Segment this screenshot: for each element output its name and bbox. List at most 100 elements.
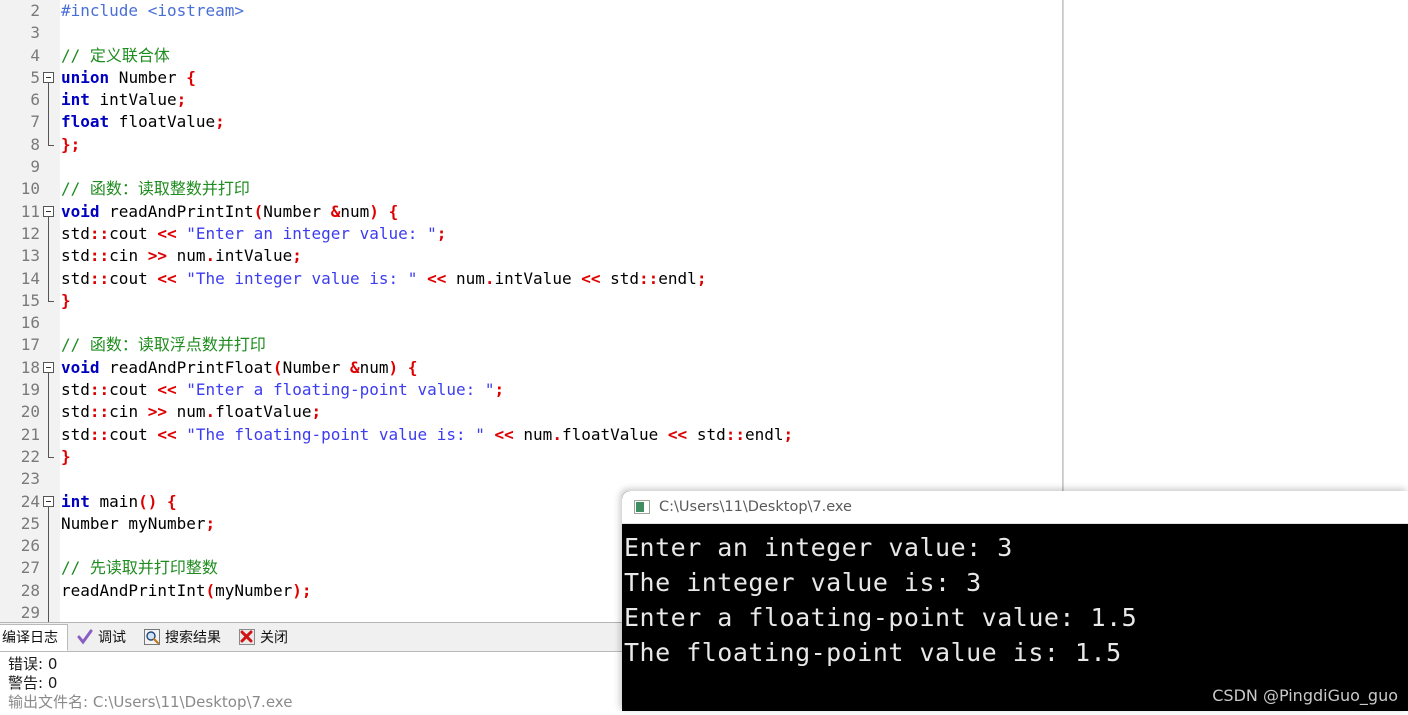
- code-token: Number myNumber: [61, 513, 206, 533]
- code-token: main: [89, 491, 139, 511]
- fold-collapse-icon[interactable]: [43, 205, 54, 217]
- fold-guide-line: [48, 245, 49, 268]
- code-token: union: [61, 67, 110, 87]
- code-line[interactable]: 4 // 定义联合体: [0, 44, 1062, 67]
- line-number: 22: [0, 445, 40, 469]
- code-token: myNumber: [215, 580, 293, 600]
- code-line[interactable]: 21 std::cout << "The floating-point value…: [0, 423, 1062, 446]
- log-tab-1[interactable]: 编译日志: [0, 623, 68, 651]
- code-token: "The integer value is: ": [186, 268, 418, 288]
- fold-column[interactable]: [40, 468, 60, 491]
- fold-column[interactable]: [40, 44, 60, 67]
- line-number: 3: [0, 22, 40, 45]
- code-line[interactable]: 15}: [0, 289, 1062, 313]
- fold-column[interactable]: [40, 0, 60, 23]
- fold-column[interactable]: [40, 512, 60, 536]
- fold-column[interactable]: [40, 222, 60, 246]
- log-tab-2[interactable]: 调试: [68, 624, 135, 651]
- code-line[interactable]: 17 // 函数：读取浮点数并打印: [0, 334, 1062, 357]
- fold-collapse-icon[interactable]: [43, 71, 54, 83]
- fold-column[interactable]: [40, 445, 60, 469]
- fold-column[interactable]: [40, 356, 60, 380]
- fold-collapse-icon[interactable]: [43, 361, 54, 373]
- fold-column[interactable]: [40, 22, 60, 45]
- code-line[interactable]: 2 #include <iostream>: [0, 0, 1062, 23]
- fold-column[interactable]: [40, 602, 60, 622]
- code-line[interactable]: 3: [0, 22, 1062, 45]
- code-text: std::cout << "The integer value is: " <<…: [61, 268, 706, 290]
- code-line[interactable]: 16: [0, 312, 1062, 335]
- fold-column[interactable]: [40, 111, 60, 134]
- fold-column[interactable]: [40, 423, 60, 446]
- code-token: <<: [427, 268, 447, 288]
- code-token: cin: [109, 402, 148, 422]
- code-line[interactable]: 10 // 函数：读取整数并打印: [0, 178, 1062, 201]
- code-line[interactable]: 9: [0, 156, 1062, 179]
- code-token: ::: [89, 402, 110, 422]
- code-token: ;: [311, 402, 322, 422]
- fold-column[interactable]: [40, 66, 60, 90]
- code-line[interactable]: 18 void readAndPrintFloat(Number &num) {: [0, 356, 1062, 380]
- fold-collapse-icon[interactable]: [43, 495, 54, 507]
- fold-guide-line: [48, 557, 49, 580]
- code-token: (: [205, 580, 216, 600]
- fold-column[interactable]: [40, 245, 60, 268]
- line-number: 18: [0, 356, 40, 380]
- code-line[interactable]: 6 int intValue;: [0, 89, 1062, 112]
- fold-column[interactable]: [40, 289, 60, 313]
- fold-column[interactable]: [40, 379, 60, 402]
- fold-guide-line: [48, 401, 49, 424]
- console-window[interactable]: C:\Users\11\Desktop\7.exe Enter an integ…: [622, 491, 1408, 711]
- console-output-area[interactable]: Enter an integer value: 3 The integer val…: [622, 524, 1408, 711]
- code-line[interactable]: 19 std::cout << "Enter a floating-point v…: [0, 379, 1062, 402]
- line-number: 26: [0, 535, 40, 558]
- code-line[interactable]: 20 std::cin >> num.floatValue;: [0, 401, 1062, 424]
- fold-guide-end: [48, 133, 54, 146]
- fold-column[interactable]: [40, 334, 60, 357]
- code-token: Number: [282, 357, 350, 377]
- line-number: 21: [0, 423, 40, 446]
- fold-column[interactable]: [40, 267, 60, 290]
- code-token: // 先读取并打印整数: [61, 558, 218, 578]
- line-number: 16: [0, 312, 40, 335]
- code-token: "Enter a floating-point value: ": [186, 380, 495, 400]
- code-token: <<: [494, 424, 514, 444]
- log-tab-3[interactable]: 搜索结果: [135, 624, 230, 651]
- code-token: "Enter an integer value: ": [186, 223, 437, 243]
- fold-column[interactable]: [40, 535, 60, 558]
- fold-column[interactable]: [40, 401, 60, 424]
- code-line[interactable]: 8};: [0, 133, 1062, 157]
- fold-column[interactable]: [40, 156, 60, 179]
- line-number: 14: [0, 267, 40, 290]
- code-line[interactable]: 7 float floatValue;: [0, 111, 1062, 134]
- code-token: .: [205, 402, 216, 422]
- fold-column[interactable]: [40, 490, 60, 514]
- code-line[interactable]: 23: [0, 468, 1062, 491]
- fold-column[interactable]: [40, 178, 60, 201]
- code-token: int: [61, 90, 90, 110]
- fold-column[interactable]: [40, 133, 60, 157]
- fold-column[interactable]: [40, 557, 60, 580]
- code-line[interactable]: 11 void readAndPrintInt(Number &num) {: [0, 200, 1062, 224]
- code-text: std::cout << "Enter an integer value: ";: [61, 223, 446, 245]
- code-token: ;: [292, 246, 302, 266]
- fold-column[interactable]: [40, 89, 60, 112]
- code-line[interactable]: 22}: [0, 445, 1062, 469]
- code-line[interactable]: 13 std::cin >> num.intValue;: [0, 245, 1062, 268]
- code-token: ::: [639, 268, 659, 288]
- fold-column[interactable]: [40, 579, 60, 603]
- fold-column[interactable]: [40, 200, 60, 224]
- line-number: 23: [0, 468, 40, 491]
- code-line[interactable]: 12 std::cout << "Enter an integer value: …: [0, 222, 1062, 246]
- code-line[interactable]: 5 union Number {: [0, 66, 1062, 90]
- fold-column[interactable]: [40, 312, 60, 335]
- log-tab-4[interactable]: 关闭: [230, 624, 297, 651]
- line-number: 27: [0, 557, 40, 580]
- line-number: 19: [0, 379, 40, 402]
- code-line[interactable]: 14 std::cout << "The integer value is: " …: [0, 267, 1062, 290]
- code-token: std: [61, 402, 90, 422]
- console-titlebar[interactable]: C:\Users\11\Desktop\7.exe: [622, 491, 1408, 524]
